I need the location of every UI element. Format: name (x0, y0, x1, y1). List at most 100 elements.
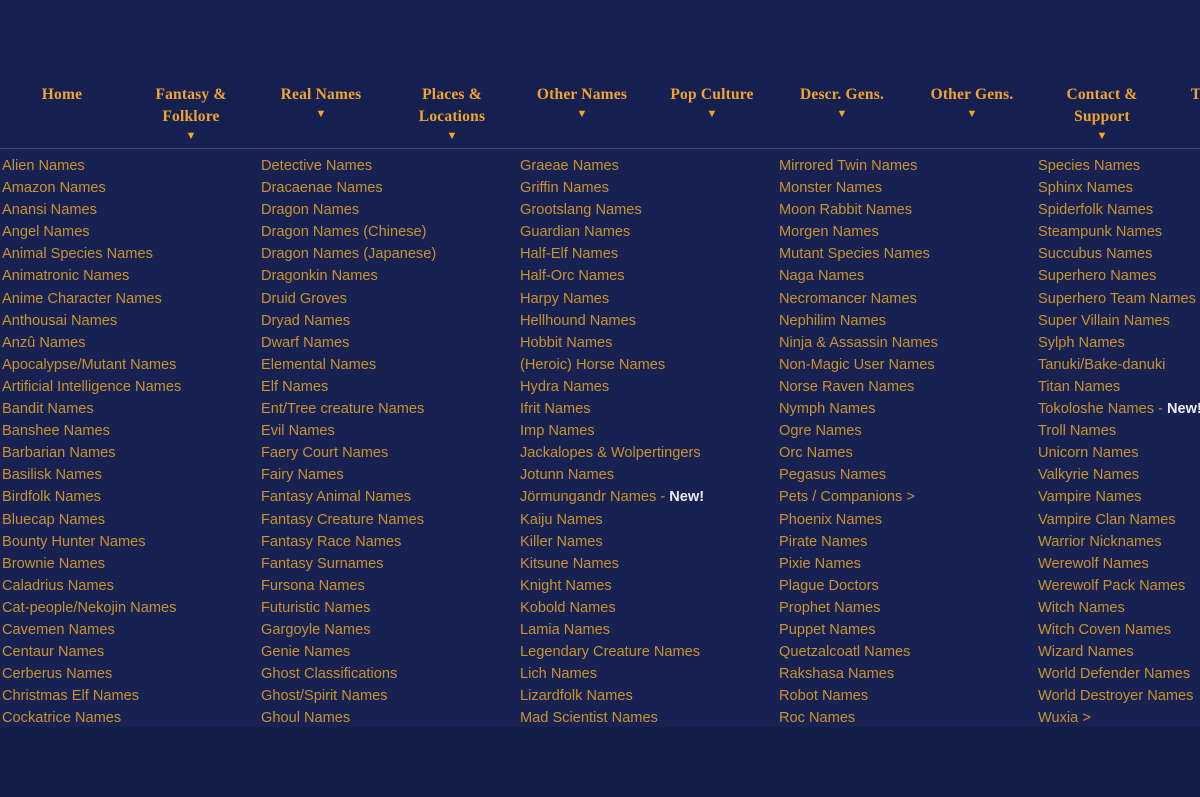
dropdown-link[interactable]: Half-Elf Names (520, 243, 777, 265)
dropdown-link[interactable]: Puppet Names (779, 619, 1036, 641)
dropdown-link[interactable]: Lamia Names (520, 619, 777, 641)
dropdown-link[interactable]: Druid Groves (261, 288, 518, 310)
chevron-down-icon[interactable]: ▼ (652, 107, 772, 122)
dropdown-link[interactable]: Jörmungandr Names - New! (520, 486, 777, 508)
dropdown-link[interactable]: Warrior Nicknames (1038, 531, 1200, 553)
dropdown-link[interactable]: Gargoyle Names (261, 619, 518, 641)
dropdown-link[interactable]: Morgen Names (779, 221, 1036, 243)
dropdown-link[interactable]: Animal Species Names (2, 243, 259, 265)
dropdown-link[interactable]: Dwarf Names (261, 332, 518, 354)
dropdown-link[interactable]: World Destroyer Names (1038, 685, 1200, 707)
dropdown-link[interactable]: Succubus Names (1038, 243, 1200, 265)
dropdown-link[interactable]: Fantasy Race Names (261, 531, 518, 553)
nav-item-places[interactable]: Places & Locations ▼ (397, 84, 507, 144)
dropdown-link[interactable]: Fursona Names (261, 575, 518, 597)
dropdown-link[interactable]: Barbarian Names (2, 442, 259, 464)
dropdown-link[interactable]: Non-Magic User Names (779, 354, 1036, 376)
dropdown-link[interactable]: Knight Names (520, 575, 777, 597)
dropdown-link[interactable]: Legendary Creature Names (520, 641, 777, 663)
dropdown-link[interactable]: Ifrit Names (520, 398, 777, 420)
dropdown-link[interactable]: Lizardfolk Names (520, 685, 777, 707)
dropdown-link[interactable]: (Heroic) Horse Names (520, 354, 777, 376)
chevron-down-icon[interactable]: ▼ (1042, 129, 1162, 144)
nav-item-other-names[interactable]: Other Names ▼ (522, 84, 642, 122)
dropdown-link[interactable]: Ghost/Spirit Names (261, 685, 518, 707)
dropdown-link[interactable]: Nephilim Names (779, 310, 1036, 332)
dropdown-link[interactable]: Anzû Names (2, 332, 259, 354)
dropdown-link[interactable]: Fantasy Creature Names (261, 509, 518, 531)
dropdown-link[interactable]: Fantasy Surnames (261, 553, 518, 575)
dropdown-link[interactable]: Vampire Names (1038, 486, 1200, 508)
chevron-down-icon[interactable]: ▼ (261, 107, 381, 122)
dropdown-link[interactable]: Troll Names (1038, 420, 1200, 442)
dropdown-link[interactable]: World Defender Names (1038, 663, 1200, 685)
dropdown-link[interactable]: Dragon Names (Chinese) (261, 221, 518, 243)
dropdown-link[interactable]: Cockatrice Names (2, 707, 259, 727)
dropdown-link[interactable]: Faery Court Names (261, 442, 518, 464)
dropdown-link[interactable]: Lich Names (520, 663, 777, 685)
dropdown-link[interactable]: Dragonkin Names (261, 265, 518, 287)
dropdown-link[interactable]: Unicorn Names (1038, 442, 1200, 464)
dropdown-link[interactable]: Fairy Names (261, 464, 518, 486)
dropdown-link[interactable]: Tokoloshe Names - New! (1038, 398, 1200, 420)
dropdown-link[interactable]: Witch Names (1038, 597, 1200, 619)
dropdown-link[interactable]: Quetzalcoatl Names (779, 641, 1036, 663)
dropdown-link[interactable]: Werewolf Pack Names (1038, 575, 1200, 597)
dropdown-link[interactable]: Banshee Names (2, 420, 259, 442)
dropdown-link[interactable]: Sylph Names (1038, 332, 1200, 354)
dropdown-link[interactable]: Amazon Names (2, 177, 259, 199)
dropdown-link[interactable]: Pixie Names (779, 553, 1036, 575)
dropdown-link[interactable]: Kitsune Names (520, 553, 777, 575)
dropdown-link[interactable]: Evil Names (261, 420, 518, 442)
chevron-down-icon[interactable]: ▼ (912, 107, 1032, 122)
dropdown-link[interactable]: Titan Names (1038, 376, 1200, 398)
dropdown-link[interactable]: Mutant Species Names (779, 243, 1036, 265)
dropdown-link[interactable]: Orc Names (779, 442, 1036, 464)
dropdown-link[interactable]: Moon Rabbit Names (779, 199, 1036, 221)
dropdown-link[interactable]: Steampunk Names (1038, 221, 1200, 243)
dropdown-link[interactable]: Phoenix Names (779, 509, 1036, 531)
dropdown-link[interactable]: Alien Names (2, 155, 259, 177)
dropdown-link[interactable]: Harpy Names (520, 288, 777, 310)
dropdown-link[interactable]: Tanuki/Bake-danuki (1038, 354, 1200, 376)
dropdown-link[interactable]: Ninja & Assassin Names (779, 332, 1036, 354)
dropdown-link[interactable]: Roc Names (779, 707, 1036, 727)
dropdown-link[interactable]: Werewolf Names (1038, 553, 1200, 575)
nav-item-pop-culture[interactable]: Pop Culture ▼ (652, 84, 772, 122)
dropdown-link[interactable]: Naga Names (779, 265, 1036, 287)
dropdown-link[interactable]: Norse Raven Names (779, 376, 1036, 398)
dropdown-link[interactable]: Super Villain Names (1038, 310, 1200, 332)
dropdown-link[interactable]: Monster Names (779, 177, 1036, 199)
dropdown-link[interactable]: Necromancer Names (779, 288, 1036, 310)
dropdown-link[interactable]: Birdfolk Names (2, 486, 259, 508)
dropdown-link[interactable]: Caladrius Names (2, 575, 259, 597)
dropdown-link[interactable]: Basilisk Names (2, 464, 259, 486)
dropdown-link[interactable]: Ent/Tree creature Names (261, 398, 518, 420)
dropdown-link[interactable]: Species Names (1038, 155, 1200, 177)
dropdown-link[interactable]: Angel Names (2, 221, 259, 243)
dropdown-link[interactable]: Artificial Intelligence Names (2, 376, 259, 398)
dropdown-link[interactable]: Dryad Names (261, 310, 518, 332)
nav-item-other-gens[interactable]: Other Gens. ▼ (912, 84, 1032, 122)
dropdown-link[interactable]: Vampire Clan Names (1038, 509, 1200, 531)
dropdown-link[interactable]: Robot Names (779, 685, 1036, 707)
dropdown-link[interactable]: Spiderfolk Names (1038, 199, 1200, 221)
dropdown-link[interactable]: Brownie Names (2, 553, 259, 575)
nav-item-descr-gens[interactable]: Descr. Gens. ▼ (782, 84, 902, 122)
dropdown-link[interactable]: Genie Names (261, 641, 518, 663)
dropdown-link[interactable]: Ghoul Names (261, 707, 518, 727)
dropdown-link[interactable]: Wizard Names (1038, 641, 1200, 663)
dropdown-link[interactable]: Pegasus Names (779, 464, 1036, 486)
dropdown-link[interactable]: Dragon Names (261, 199, 518, 221)
nav-item-t[interactable]: T (1181, 84, 1200, 106)
nav-item-home[interactable]: Home (7, 84, 117, 106)
dropdown-link[interactable]: Animatronic Names (2, 265, 259, 287)
chevron-down-icon[interactable]: ▼ (397, 129, 507, 144)
dropdown-link[interactable]: Plague Doctors (779, 575, 1036, 597)
dropdown-link[interactable]: Elf Names (261, 376, 518, 398)
dropdown-link[interactable]: Cerberus Names (2, 663, 259, 685)
dropdown-link[interactable]: Hellhound Names (520, 310, 777, 332)
dropdown-link[interactable]: Hydra Names (520, 376, 777, 398)
dropdown-link[interactable]: Anthousai Names (2, 310, 259, 332)
dropdown-link[interactable]: Killer Names (520, 531, 777, 553)
